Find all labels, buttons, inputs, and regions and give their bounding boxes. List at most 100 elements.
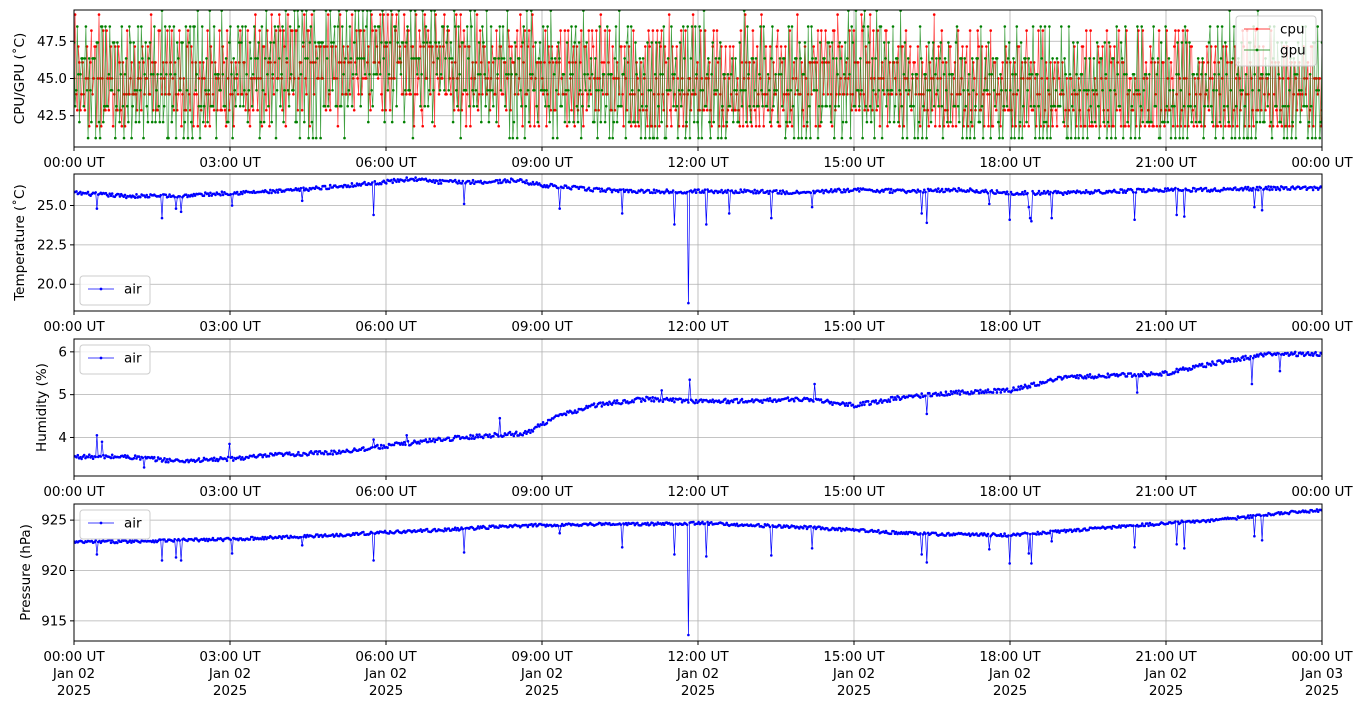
- data-point: [546, 25, 549, 28]
- data-point: [868, 13, 872, 16]
- data-point: [437, 93, 441, 96]
- data-point: [155, 459, 159, 462]
- data-point: [1192, 73, 1196, 76]
- data-point: [685, 398, 689, 402]
- data-point: [1045, 136, 1049, 140]
- data-point: [884, 57, 887, 60]
- data-point: [1208, 25, 1212, 28]
- data-point: [841, 191, 844, 194]
- data-point: [1031, 25, 1035, 28]
- data-point: [266, 73, 269, 76]
- x-tick-label: 12:00 UT: [667, 155, 729, 171]
- data-point: [160, 559, 164, 562]
- data-point: [328, 183, 332, 187]
- data-point: [696, 61, 699, 64]
- data-point: [401, 443, 405, 446]
- data-point: [467, 57, 470, 60]
- data-point: [1245, 188, 1249, 191]
- data-point: [141, 57, 144, 60]
- data-point: [810, 25, 813, 28]
- data-point: [991, 57, 995, 60]
- data-point: [1293, 350, 1297, 354]
- data-point: [439, 73, 443, 76]
- data-point: [893, 396, 897, 399]
- data-point: [1040, 57, 1044, 60]
- data-point: [372, 213, 375, 217]
- data-point: [774, 73, 777, 76]
- data-point: [289, 73, 293, 76]
- data-point: [94, 191, 97, 194]
- data-point: [740, 397, 744, 401]
- data-point: [778, 124, 782, 128]
- data-point: [736, 77, 739, 80]
- data-point: [1101, 89, 1104, 92]
- data-point: [103, 456, 106, 460]
- data-point: [1244, 185, 1247, 189]
- data-point: [581, 104, 584, 108]
- data-point: [775, 89, 778, 92]
- data-point: [1219, 57, 1223, 60]
- data-point: [156, 108, 159, 112]
- data-point: [1005, 104, 1009, 108]
- data-point: [419, 45, 422, 48]
- data-point: [625, 41, 629, 44]
- data-point: [1049, 190, 1052, 194]
- data-point: [982, 391, 986, 395]
- data-point: [90, 454, 94, 458]
- data-point: [1269, 120, 1273, 124]
- data-point: [137, 120, 141, 124]
- data-point: [396, 41, 400, 44]
- data-point: [116, 541, 119, 545]
- data-point: [954, 41, 958, 44]
- data-point: [297, 450, 300, 454]
- data-point: [527, 428, 531, 432]
- data-point: [1066, 136, 1070, 140]
- data-point: [295, 453, 299, 456]
- data-point: [595, 29, 598, 32]
- data-point: [1199, 186, 1203, 190]
- data-point: [1205, 45, 1209, 48]
- data-point: [139, 458, 142, 461]
- data-point: [973, 136, 976, 140]
- data-point: [636, 521, 639, 525]
- data-point: [297, 77, 301, 80]
- data-point: [553, 108, 557, 112]
- data-point: [757, 104, 760, 108]
- data-point: [408, 89, 411, 92]
- data-point: [453, 178, 457, 182]
- data-point: [938, 124, 941, 128]
- data-point: [913, 61, 916, 64]
- data-point: [636, 120, 639, 124]
- data-point: [470, 25, 473, 28]
- data-point: [1027, 124, 1030, 128]
- data-point: [615, 120, 619, 124]
- data-point: [873, 136, 876, 140]
- data-point: [497, 57, 501, 60]
- data-point: [672, 104, 675, 108]
- data-point: [159, 73, 163, 76]
- data-point: [1051, 57, 1054, 60]
- data-point: [251, 535, 254, 539]
- x-tick-label: 15:00 UT: [823, 319, 885, 335]
- data-point: [1113, 45, 1116, 48]
- data-point: [756, 189, 759, 193]
- data-point: [972, 391, 976, 394]
- data-point: [771, 25, 774, 28]
- data-point: [943, 394, 946, 397]
- data-point: [129, 41, 132, 44]
- data-point: [1318, 136, 1322, 140]
- data-point: [1189, 104, 1192, 108]
- data-point: [777, 192, 781, 195]
- data-point: [829, 188, 833, 191]
- data-point: [1178, 136, 1181, 140]
- data-point: [1032, 381, 1036, 385]
- data-point: [347, 89, 351, 92]
- data-point: [140, 108, 143, 112]
- data-point: [362, 446, 365, 449]
- data-point: [419, 528, 423, 531]
- data-point: [1134, 191, 1138, 194]
- data-point: [671, 523, 675, 527]
- data-point: [1058, 104, 1062, 108]
- data-point: [767, 399, 770, 403]
- data-point: [260, 25, 264, 28]
